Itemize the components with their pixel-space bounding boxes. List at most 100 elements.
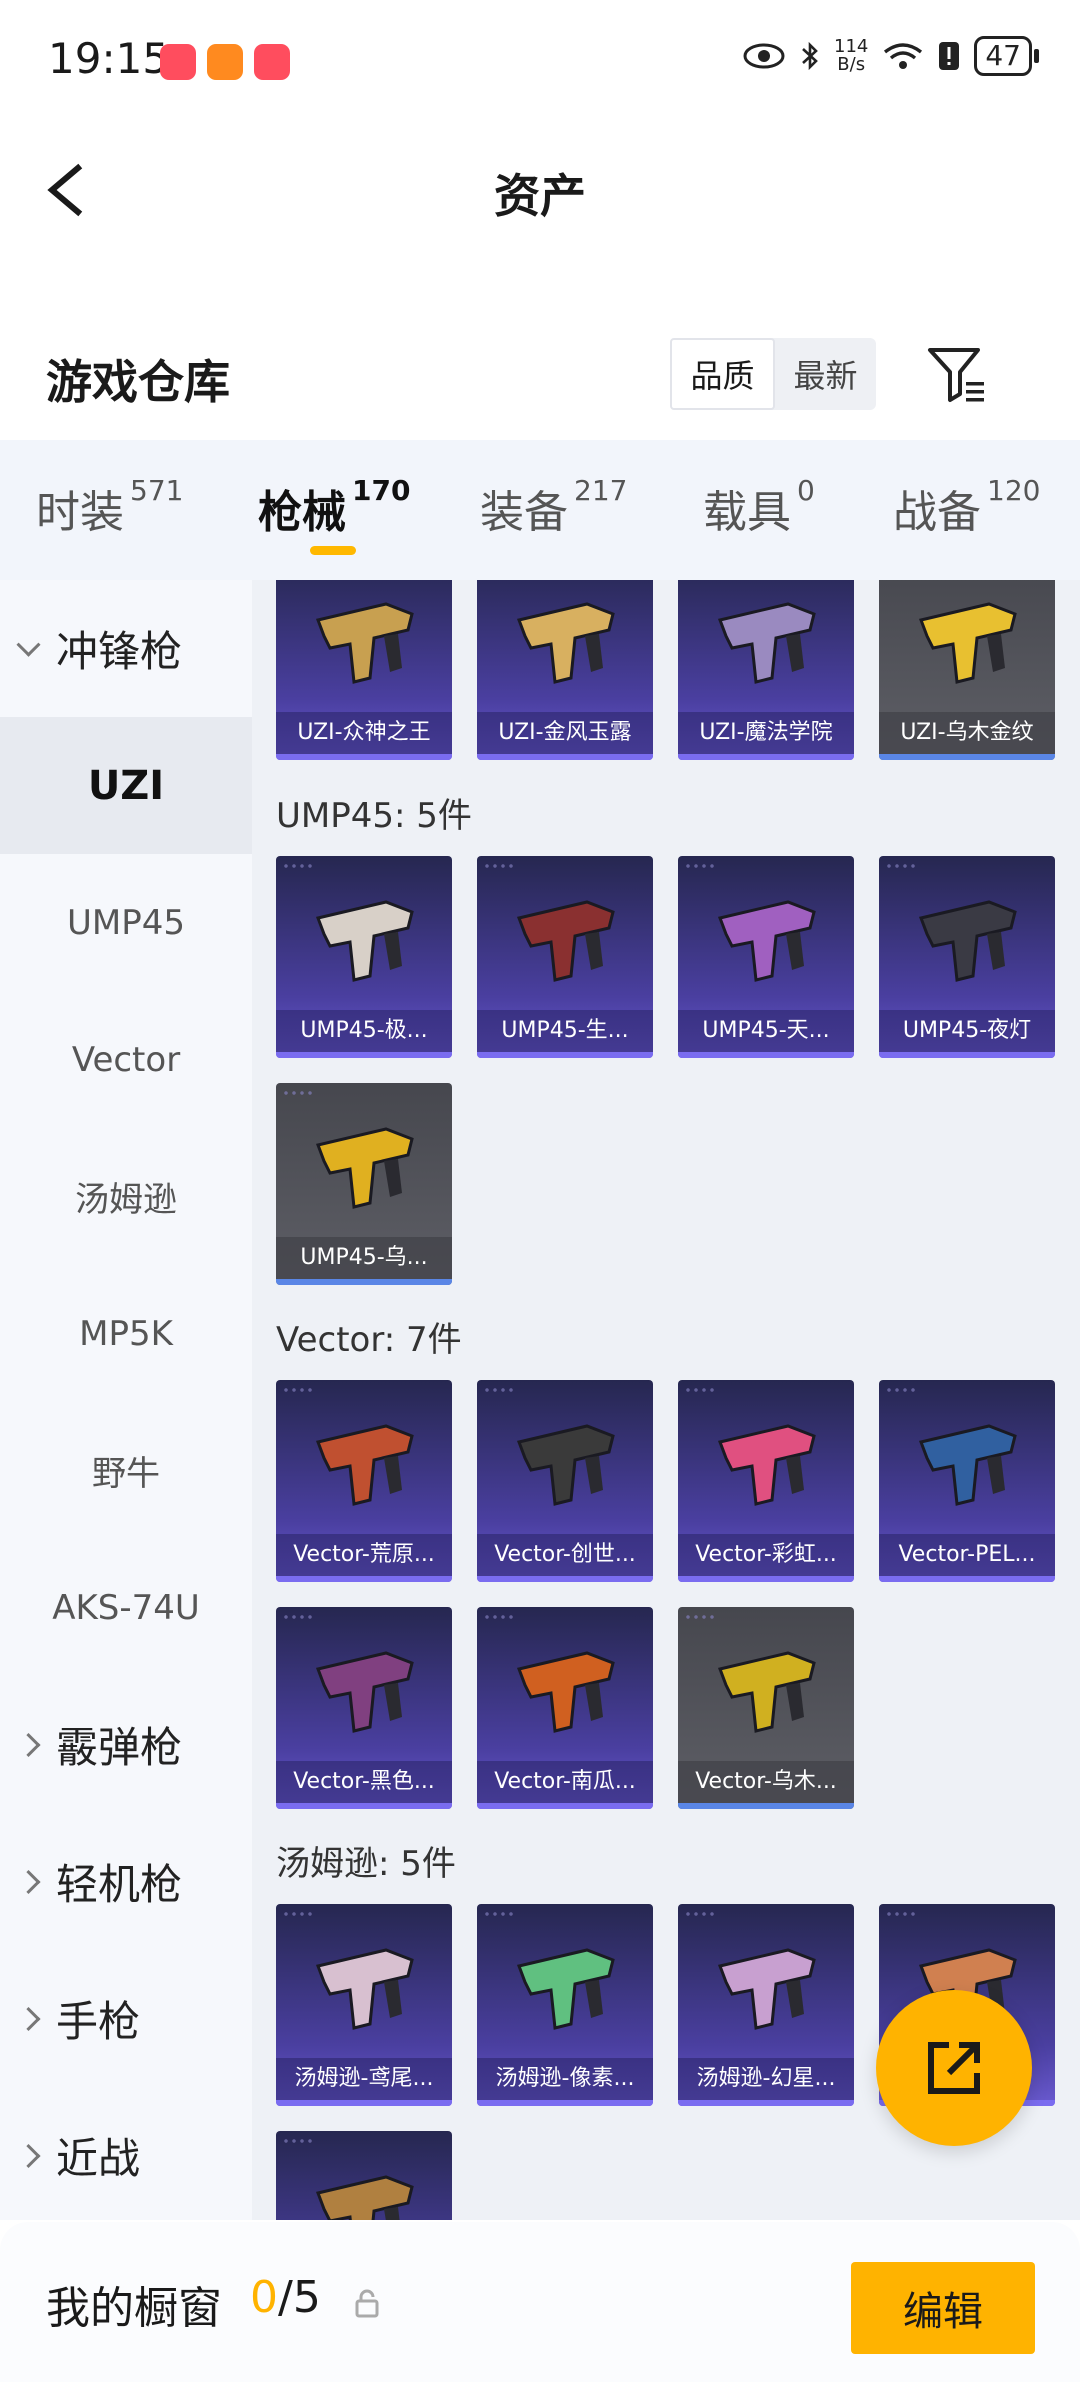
weapon-skin-image: [918, 1424, 1017, 1506]
weapon-skin-image: [516, 1651, 615, 1733]
card-pattern: [684, 1386, 714, 1394]
card-pattern: [885, 1386, 915, 1394]
weapon-skin-card[interactable]: UZI-乌木金纹: [879, 580, 1055, 760]
status-time: 19:15: [48, 34, 170, 83]
rarity-bar: [678, 1803, 854, 1809]
weapon-category-nav: 冲锋枪 UZI UMP45 Vector 汤姆逊 MP5K 野牛 AKS-74U…: [0, 580, 252, 2220]
card-pattern: [282, 2137, 312, 2145]
nav-group-smg[interactable]: 冲锋枪: [0, 580, 252, 717]
tab-fashion[interactable]: 时装 571: [36, 474, 183, 540]
filter-icon[interactable]: [922, 340, 992, 410]
status-bar: 19:15 114 B/s 47: [0, 0, 1080, 120]
weapon-skin-card[interactable]: UMP45-乌...: [276, 1083, 452, 1285]
edit-button[interactable]: 编辑: [851, 2262, 1035, 2354]
weapon-skin-card[interactable]: Vector-彩虹...: [678, 1380, 854, 1582]
nav-group-shotgun[interactable]: 霰弹枪: [0, 1676, 252, 1813]
nav-item-uzi[interactable]: UZI: [0, 717, 252, 854]
nav-item-aks74u[interactable]: AKS-74U: [0, 1539, 252, 1676]
weapon-skin-card[interactable]: 汤姆逊-鸢尾...: [276, 1904, 452, 2106]
sort-quality-button[interactable]: 品质: [670, 338, 775, 410]
weapon-skin-name: 汤姆逊-鸢尾...: [276, 2058, 452, 2100]
weapon-skin-card[interactable]: UZI-众神之王: [276, 580, 452, 760]
weapon-skin-image: [516, 602, 615, 684]
nav-group-lmg[interactable]: 轻机枪: [0, 1813, 252, 1950]
rarity-bar: [678, 2100, 854, 2106]
weapon-skin-card[interactable]: Vector-黑色...: [276, 1607, 452, 1809]
chevron-right-icon: [16, 1869, 41, 1894]
weapon-skin-name: UMP45-乌...: [276, 1237, 452, 1279]
weapon-skin-card[interactable]: [276, 2131, 452, 2220]
weapon-skin-card[interactable]: Vector-荒原...: [276, 1380, 452, 1582]
chevron-right-icon: [16, 2143, 41, 2168]
weapon-skin-card[interactable]: UMP45-天...: [678, 856, 854, 1058]
weapon-skin-card[interactable]: 汤姆逊-像素...: [477, 1904, 653, 2106]
weapon-skin-image: [315, 1424, 414, 1506]
weapon-skin-image: [717, 602, 816, 684]
nav-group-melee[interactable]: 近战: [0, 2087, 252, 2224]
weapon-skin-card[interactable]: Vector-南瓜...: [477, 1607, 653, 1809]
weapon-skin-name: Vector-PEL...: [879, 1534, 1055, 1576]
tab-vehicles[interactable]: 载具 0: [703, 474, 815, 540]
weapon-skin-card[interactable]: Vector-创世...: [477, 1380, 653, 1582]
chevron-right-icon: [16, 2006, 41, 2031]
weapon-skin-image: [315, 1127, 414, 1209]
nav-group-pistol[interactable]: 手枪: [0, 1950, 252, 2087]
showcase-count: 0/5: [250, 2272, 321, 2323]
weapon-skin-image: [516, 1424, 615, 1506]
weapon-skin-card[interactable]: UZI-魔法学院: [678, 580, 854, 760]
weapon-skin-card[interactable]: Vector-PEL...: [879, 1380, 1055, 1582]
weapon-skin-image: [717, 900, 816, 982]
share-button[interactable]: [876, 1990, 1032, 2146]
weapon-skin-card[interactable]: UZI-金风玉露: [477, 580, 653, 760]
weapon-skin-name: UZI-魔法学院: [678, 712, 854, 754]
tab-active-indicator: [310, 546, 356, 555]
share-icon: [928, 2042, 980, 2094]
weapon-skin-name: Vector-黑色...: [276, 1761, 452, 1803]
nav-item-mp5k[interactable]: MP5K: [0, 1265, 252, 1402]
nav-item-ump45[interactable]: UMP45: [0, 854, 252, 991]
card-pattern: [483, 1386, 513, 1394]
weapon-skin-name: 汤姆逊-幻星...: [678, 2058, 854, 2100]
lock-icon: [355, 2289, 379, 2318]
bluetooth-icon: [802, 41, 818, 71]
rarity-bar: [276, 1279, 452, 1285]
warehouse-header: 游戏仓库 品质 最新: [0, 310, 1080, 440]
section-title-thompson: 汤姆逊: 5件: [276, 1844, 456, 1884]
rarity-bar: [678, 754, 854, 760]
weapon-skin-grid: UMP45: 5件 Vector: 7件 汤姆逊: 5件 UZI-众神之王 UZI…: [252, 580, 1080, 2220]
weapon-skin-card[interactable]: UMP45-夜灯: [879, 856, 1055, 1058]
section-title-vector: Vector: 7件: [276, 1320, 462, 1360]
sort-toggle: 品质 最新: [670, 338, 876, 410]
section-title-ump45: UMP45: 5件: [276, 796, 472, 836]
rarity-bar: [678, 1576, 854, 1582]
rarity-bar: [276, 2100, 452, 2106]
card-pattern: [684, 862, 714, 870]
tab-equipment[interactable]: 装备 217: [480, 474, 627, 540]
nav-item-bizon[interactable]: 野牛: [0, 1402, 252, 1539]
weapon-skin-image: [315, 602, 414, 684]
weapon-skin-card[interactable]: UMP45-极...: [276, 856, 452, 1058]
weapon-skin-card[interactable]: 汤姆逊-幻星...: [678, 1904, 854, 2106]
weapon-skin-name: UZI-金风玉露: [477, 712, 653, 754]
sort-newest-button[interactable]: 最新: [775, 338, 876, 410]
weapon-skin-image: [315, 900, 414, 982]
nav-item-vector[interactable]: Vector: [0, 991, 252, 1128]
card-pattern: [282, 862, 312, 870]
notification-app-icon: [160, 44, 196, 80]
card-pattern: [684, 1910, 714, 1918]
card-pattern: [282, 1386, 312, 1394]
rarity-bar: [276, 1803, 452, 1809]
weapon-skin-name: UZI-众神之王: [276, 712, 452, 754]
header: 资产: [0, 140, 1080, 240]
rarity-bar: [879, 1052, 1055, 1058]
weapon-skin-image: [717, 1424, 816, 1506]
nav-item-thompson[interactable]: 汤姆逊: [0, 1128, 252, 1265]
weapon-skin-image: [717, 1651, 816, 1733]
weapon-skin-card[interactable]: Vector-乌木...: [678, 1607, 854, 1809]
tab-firearms[interactable]: 枪械 170: [258, 474, 410, 540]
card-pattern: [282, 1910, 312, 1918]
rarity-bar: [276, 1576, 452, 1582]
tab-supplies[interactable]: 战备 120: [893, 474, 1040, 540]
weapon-skin-image: [516, 900, 615, 982]
weapon-skin-card[interactable]: UMP45-生...: [477, 856, 653, 1058]
